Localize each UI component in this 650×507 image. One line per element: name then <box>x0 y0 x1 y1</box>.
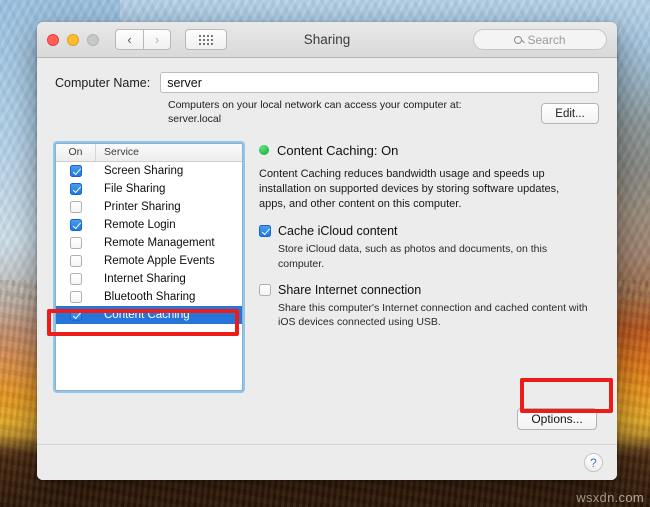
main-split: On Service Screen Sharing File Sharing Pri… <box>53 140 599 444</box>
services-list[interactable]: On Service Screen Sharing File Sharing Pri… <box>53 140 245 393</box>
computer-name-label: Computer Name: <box>55 75 151 90</box>
navigation-group: ‹ › <box>115 29 171 50</box>
status-badge: Content Caching: On <box>277 142 399 158</box>
service-label: Printer Sharing <box>104 200 181 213</box>
computer-name-row: Computer Name: server <box>55 72 599 93</box>
service-options: Cache iCloud content Store iCloud data, s… <box>259 225 599 329</box>
search-placeholder: Search <box>527 32 566 47</box>
service-label: Remote Apple Events <box>104 254 215 267</box>
window-footer: ? <box>37 444 617 480</box>
window-toolbar: ‹ › Sharing Search <box>37 22 617 58</box>
minimize-button[interactable] <box>67 33 79 46</box>
search-input[interactable]: Search <box>473 29 607 50</box>
option-head[interactable]: Cache iCloud content <box>259 225 599 238</box>
forward-button[interactable]: › <box>143 29 171 50</box>
service-checkbox-cell <box>56 308 96 321</box>
option-block-1: Share Internet connection Share this comp… <box>259 282 599 330</box>
service-label: File Sharing <box>104 182 166 195</box>
desktop-background: wsxdn.com ‹ › Sharing Search Computer Na… <box>0 0 650 507</box>
service-row-content-caching[interactable]: Content Caching <box>56 305 242 324</box>
checkbox-checked-icon[interactable] <box>70 308 82 321</box>
service-checkbox-cell <box>56 218 96 231</box>
window-body: Computer Name: server Computers on your … <box>37 58 617 444</box>
checkbox-checked-icon[interactable] <box>70 182 82 195</box>
service-checkbox-cell <box>56 272 96 285</box>
service-row-remote-apple-events[interactable]: Remote Apple Events <box>56 252 242 270</box>
service-label: Screen Sharing <box>104 164 184 177</box>
checkbox-unchecked-icon[interactable] <box>70 236 82 249</box>
watermark: wsxdn.com <box>576 490 644 505</box>
services-panel: On Service Screen Sharing File Sharing Pri… <box>53 140 245 444</box>
service-checkbox-cell <box>56 236 96 249</box>
service-row-remote-management[interactable]: Remote Management <box>56 234 242 252</box>
service-checkbox-cell <box>56 200 96 213</box>
back-button[interactable]: ‹ <box>115 29 143 50</box>
computer-name-help: Computers on your local network can acce… <box>168 99 541 127</box>
service-checkbox-cell <box>56 290 96 303</box>
option-checkbox-checked-icon[interactable] <box>259 225 271 238</box>
services-rows: Screen Sharing File Sharing Printer Sharin… <box>56 162 242 324</box>
option-title: Share Internet connection <box>278 282 422 297</box>
close-button[interactable] <box>47 33 59 46</box>
computer-name-help-line2: server.local <box>168 112 222 125</box>
service-row-file-sharing[interactable]: File Sharing <box>56 180 242 198</box>
service-label: Bluetooth Sharing <box>104 290 196 303</box>
computer-name-help-row: Computers on your local network can acce… <box>55 99 599 127</box>
service-label: Remote Management <box>104 236 215 249</box>
checkbox-unchecked-icon[interactable] <box>70 200 82 213</box>
checkbox-checked-icon[interactable] <box>70 218 82 231</box>
service-row-bluetooth-sharing[interactable]: Bluetooth Sharing <box>56 288 242 306</box>
service-checkbox-cell <box>56 182 96 195</box>
help-button[interactable]: ? <box>584 453 603 472</box>
service-row-remote-login[interactable]: Remote Login <box>56 216 242 234</box>
service-row-internet-sharing[interactable]: Internet Sharing <box>56 270 242 288</box>
checkbox-unchecked-icon[interactable] <box>70 290 82 303</box>
column-header-on: On <box>56 143 96 161</box>
computer-name-field[interactable]: server <box>160 72 599 93</box>
option-subtitle: Store iCloud data, such as photos and do… <box>278 243 548 270</box>
status-row: Content Caching: On <box>259 143 599 158</box>
service-detail-panel: Content Caching: On Content Caching redu… <box>259 143 599 444</box>
checkbox-unchecked-icon[interactable] <box>70 254 82 267</box>
service-row-printer-sharing[interactable]: Printer Sharing <box>56 198 242 216</box>
show-all-button[interactable] <box>185 29 227 50</box>
service-label: Content Caching <box>104 308 190 321</box>
computer-name-help-line1: Computers on your local network can acce… <box>168 99 462 111</box>
option-subtitle: Share this computer's Internet connectio… <box>278 301 588 329</box>
sharing-preferences-window: ‹ › Sharing Search Computer Name: server <box>37 22 617 480</box>
services-list-header: On Service <box>56 143 242 162</box>
service-label: Remote Login <box>104 218 176 231</box>
option-head[interactable]: Share Internet connection <box>259 282 599 297</box>
service-checkbox-cell <box>56 254 96 267</box>
traffic-light-group <box>47 33 99 46</box>
option-block-0: Cache iCloud content Store iCloud data, s… <box>259 225 599 271</box>
service-description: Content Caching reduces bandwidth usage … <box>259 167 560 211</box>
maximize-button[interactable] <box>87 33 99 46</box>
status-indicator-dot <box>259 145 269 156</box>
checkbox-checked-icon[interactable] <box>70 164 82 177</box>
options-button[interactable]: Options... <box>517 408 597 430</box>
grid-icon <box>199 34 213 45</box>
search-icon <box>514 35 523 44</box>
service-checkbox-cell <box>56 164 96 177</box>
service-row-screen-sharing[interactable]: Screen Sharing <box>56 162 242 180</box>
option-title: Cache iCloud content <box>278 224 398 239</box>
service-label: Internet Sharing <box>104 272 186 285</box>
option-checkbox-unchecked-icon[interactable] <box>259 283 271 296</box>
checkbox-unchecked-icon[interactable] <box>70 272 82 285</box>
column-header-service: Service <box>104 146 140 159</box>
edit-button[interactable]: Edit... <box>541 103 599 124</box>
